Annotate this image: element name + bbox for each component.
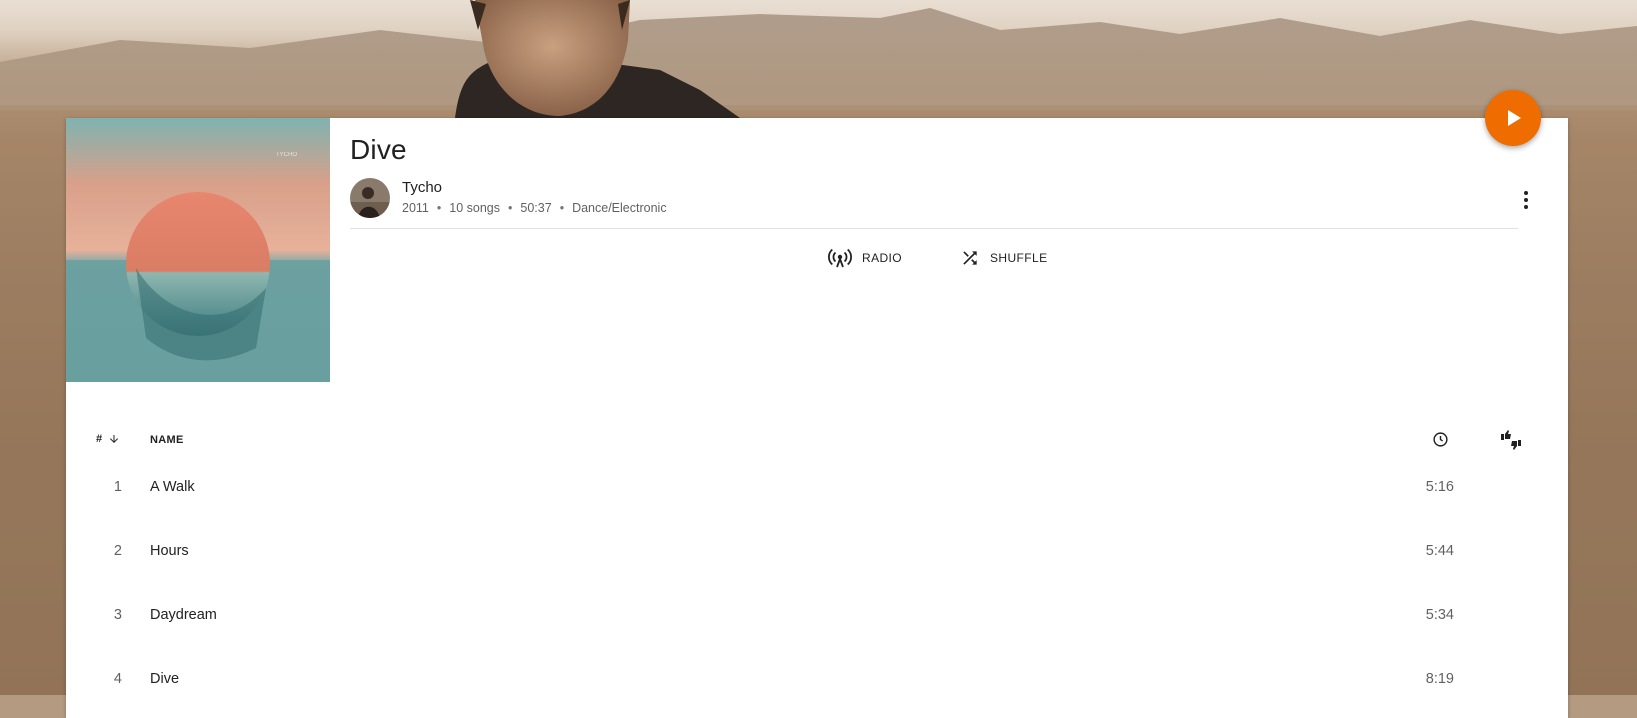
track-duration: 5:16 bbox=[1425, 479, 1454, 495]
album-header: Dive Tycho 2011 • 10 songs • 50:37 • Dan… bbox=[350, 118, 1518, 228]
more-vert-icon-dot bbox=[1524, 205, 1528, 209]
track-number: 1 bbox=[113, 479, 122, 495]
track-row[interactable]: 4 Dive 8:19 bbox=[66, 650, 1568, 714]
track-number: 4 bbox=[113, 671, 122, 687]
artist-name-link[interactable]: Tycho bbox=[402, 179, 442, 196]
track-number: 3 bbox=[113, 607, 122, 623]
separator-dot: • bbox=[508, 201, 513, 215]
album-title: Dive bbox=[350, 134, 407, 165]
clock-icon bbox=[1433, 432, 1448, 447]
shuffle-label: SHUFFLE bbox=[990, 251, 1048, 265]
track-table-header: # NAME bbox=[66, 425, 1568, 455]
sort-by-number-header[interactable]: # bbox=[96, 433, 120, 445]
shuffle-icon bbox=[963, 251, 977, 265]
play-album-button[interactable] bbox=[1485, 90, 1541, 146]
track-duration: 5:44 bbox=[1425, 543, 1454, 559]
album-cover-art: TYCHO bbox=[66, 118, 330, 382]
artist-avatar[interactable] bbox=[350, 178, 390, 218]
separator-dot: • bbox=[559, 201, 565, 215]
play-icon bbox=[1508, 110, 1521, 126]
more-vert-icon bbox=[1524, 191, 1528, 195]
track-number: 2 bbox=[113, 543, 122, 559]
column-name-label[interactable]: NAME bbox=[150, 434, 184, 446]
radio-icon bbox=[828, 248, 852, 268]
radio-label: RADIO bbox=[862, 251, 903, 265]
album-song-count: 10 songs bbox=[449, 201, 501, 215]
track-duration: 8:19 bbox=[1425, 671, 1454, 687]
thumbs-icon bbox=[1501, 430, 1521, 450]
track-title: Dive bbox=[150, 671, 180, 687]
track-row[interactable]: 2 Hours 5:44 bbox=[66, 522, 1568, 586]
header-divider bbox=[350, 228, 1518, 229]
track-row[interactable]: 3 Daydream 5:34 bbox=[66, 586, 1568, 650]
track-row[interactable]: 1 A Walk 5:16 bbox=[66, 458, 1568, 522]
start-radio-button[interactable]: RADIO bbox=[828, 248, 902, 268]
separator-dot: • bbox=[436, 201, 442, 215]
duration-column-header bbox=[1432, 431, 1449, 453]
rating-column-header bbox=[1499, 429, 1523, 456]
track-title: A Walk bbox=[150, 479, 195, 495]
track-title: Hours bbox=[150, 543, 189, 559]
svg-text:TYCHO: TYCHO bbox=[276, 152, 297, 158]
more-vert-icon-dot bbox=[1524, 198, 1528, 202]
column-number-label: # bbox=[96, 433, 103, 445]
arrow-down-icon bbox=[110, 435, 119, 443]
album-meta: 2011 • 10 songs • 50:37 • Dance/Electron… bbox=[402, 201, 667, 215]
track-title: Daydream bbox=[150, 607, 217, 623]
album-year: 2011 bbox=[402, 201, 429, 215]
shuffle-button[interactable]: SHUFFLE bbox=[960, 248, 1047, 268]
album-genre-link[interactable]: Dance/Electronic bbox=[572, 201, 667, 215]
album-duration: 50:37 bbox=[520, 201, 552, 215]
album-card: TYCHO Dive Tycho 2011 • 10 songs • 50:37… bbox=[66, 118, 1568, 718]
more-options-button[interactable] bbox=[1514, 188, 1538, 212]
track-duration: 5:34 bbox=[1425, 607, 1454, 623]
